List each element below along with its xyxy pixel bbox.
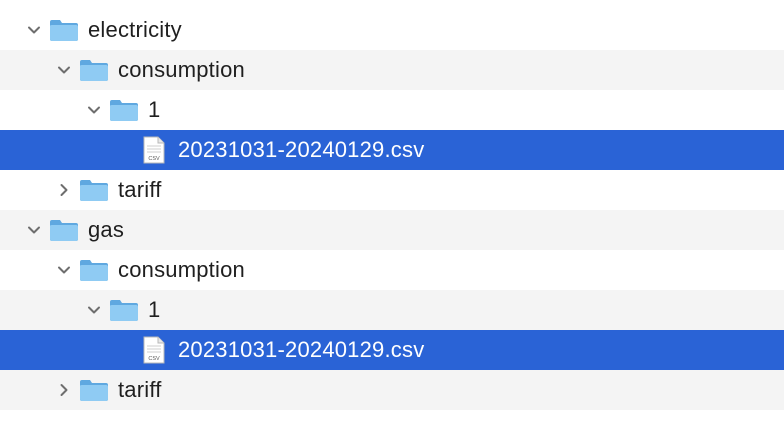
file-badge: CSV (148, 156, 160, 162)
chevron-down-icon[interactable] (52, 50, 76, 90)
tree-row-label: tariff (118, 377, 162, 402)
tree-row-label: consumption (118, 257, 245, 282)
tree-row-csv-file[interactable]: CSV 20231031-20240129.csv (0, 130, 784, 170)
csv-file-icon: CSV (138, 130, 170, 170)
tree-row-label: electricity (88, 17, 182, 42)
tree-row-consumption[interactable]: consumption (0, 250, 784, 290)
folder-icon (78, 50, 110, 90)
tree-row-csv-file[interactable]: CSV 20231031-20240129.csv (0, 330, 784, 370)
tree-row-label: 1 (148, 97, 161, 122)
chevron-right-icon[interactable] (52, 370, 76, 410)
folder-icon (48, 10, 80, 50)
csv-file-icon: CSV (138, 330, 170, 370)
folder-icon (78, 250, 110, 290)
folder-icon (108, 290, 140, 330)
chevron-down-icon[interactable] (82, 90, 106, 130)
file-tree: electricity consumption 1 CSV 20231031-2… (0, 10, 784, 410)
folder-icon (78, 170, 110, 210)
tree-row-gas[interactable]: gas (0, 210, 784, 250)
folder-icon (78, 370, 110, 410)
tree-row-label: 20231031-20240129.csv (178, 137, 425, 162)
tree-row-label: gas (88, 217, 125, 242)
tree-row-electricity[interactable]: electricity (0, 10, 784, 50)
chevron-down-icon[interactable] (22, 210, 46, 250)
chevron-down-icon[interactable] (52, 250, 76, 290)
tree-row-label: consumption (118, 57, 245, 82)
chevron-right-icon[interactable] (52, 170, 76, 210)
file-badge: CSV (148, 356, 160, 362)
folder-icon (108, 90, 140, 130)
tree-row-label: 20231031-20240129.csv (178, 337, 425, 362)
folder-icon (48, 210, 80, 250)
tree-row-tariff[interactable]: tariff (0, 370, 784, 410)
chevron-down-icon[interactable] (82, 290, 106, 330)
tree-row-tariff[interactable]: tariff (0, 170, 784, 210)
tree-row-folder-1[interactable]: 1 (0, 90, 784, 130)
chevron-down-icon[interactable] (22, 10, 46, 50)
tree-row-label: 1 (148, 297, 161, 322)
tree-row-label: tariff (118, 177, 162, 202)
tree-row-consumption[interactable]: consumption (0, 50, 784, 90)
tree-row-folder-1[interactable]: 1 (0, 290, 784, 330)
